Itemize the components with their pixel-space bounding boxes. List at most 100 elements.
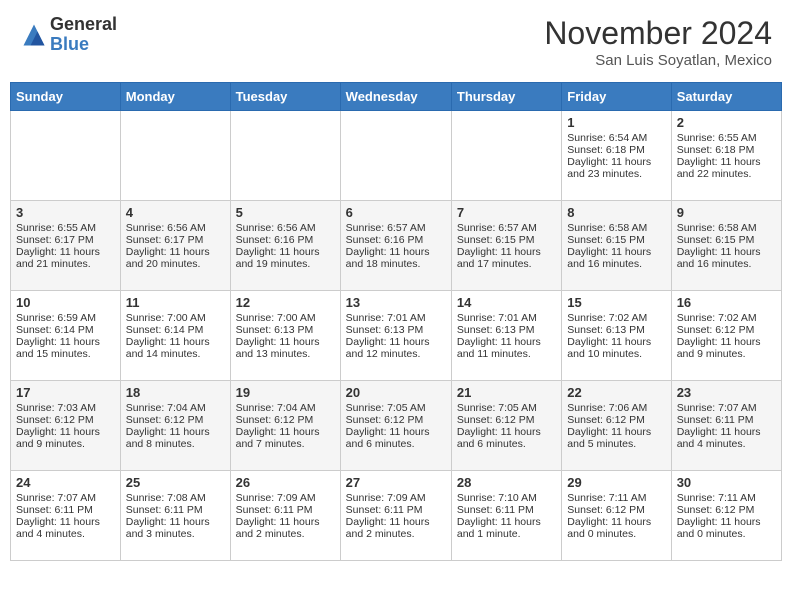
calendar-cell <box>340 111 451 201</box>
day-info: Sunset: 6:12 PM <box>236 414 335 426</box>
day-info: Sunrise: 6:58 AM <box>567 222 665 234</box>
day-info: Sunrise: 7:08 AM <box>126 492 225 504</box>
day-info: Sunset: 6:12 PM <box>16 414 115 426</box>
calendar-cell: 9Sunrise: 6:58 AMSunset: 6:15 PMDaylight… <box>671 201 781 291</box>
calendar-cell: 25Sunrise: 7:08 AMSunset: 6:11 PMDayligh… <box>120 471 230 561</box>
day-info: Daylight: 11 hours and 6 minutes. <box>457 426 556 450</box>
calendar-cell: 23 Sunrise: 7:07 AMSunset: 6:11 PMDayligh… <box>671 381 781 471</box>
day-info: Sunset: 6:14 PM <box>16 324 115 336</box>
calendar-cell: 20Sunrise: 7:05 AMSunset: 6:12 PMDayligh… <box>340 381 451 471</box>
calendar-week-row: 24Sunrise: 7:07 AMSunset: 6:11 PMDayligh… <box>11 471 782 561</box>
calendar-cell: 27 Sunrise: 7:09 AMSunset: 6:11 PMDayligh… <box>340 471 451 561</box>
day-info: Daylight: 11 hours and 18 minutes. <box>346 246 446 270</box>
day-info: Sunset: 6:12 PM <box>457 414 556 426</box>
calendar-cell <box>120 111 230 201</box>
calendar-cell: 18Sunrise: 7:04 AMSunset: 6:12 PMDayligh… <box>120 381 230 471</box>
day-info: Sunset: 6:16 PM <box>346 234 446 246</box>
day-info: Daylight: 11 hours and 16 minutes. <box>677 246 776 270</box>
day-info: Sunset: 6:14 PM <box>126 324 225 336</box>
day-number: 2 <box>677 115 776 130</box>
day-info: Sunrise: 7:09 AM <box>346 492 446 504</box>
day-info: Sunset: 6:17 PM <box>126 234 225 246</box>
day-info: Sunrise: 7:11 AM <box>677 492 776 504</box>
day-info: Daylight: 11 hours and 2 minutes. <box>236 516 335 540</box>
calendar-cell: 11Sunrise: 7:00 AMSunset: 6:14 PMDayligh… <box>120 291 230 381</box>
day-number: 30 <box>677 475 776 490</box>
day-info: Sunset: 6:11 PM <box>16 504 115 516</box>
day-info: Sunrise: 6:56 AM <box>236 222 335 234</box>
calendar-cell: 7Sunrise: 6:57 AMSunset: 6:15 PMDaylight… <box>451 201 561 291</box>
day-info: Sunset: 6:18 PM <box>677 144 776 156</box>
day-info: Sunset: 6:12 PM <box>346 414 446 426</box>
day-info: Daylight: 11 hours and 19 minutes. <box>236 246 335 270</box>
day-number: 18 <box>126 385 225 400</box>
calendar-cell: 24Sunrise: 7:07 AMSunset: 6:11 PMDayligh… <box>11 471 121 561</box>
day-info: Daylight: 11 hours and 7 minutes. <box>236 426 335 450</box>
day-info: Daylight: 11 hours and 22 minutes. <box>677 156 776 180</box>
day-info: Daylight: 11 hours and 9 minutes. <box>16 426 115 450</box>
day-number: 9 <box>677 205 776 220</box>
logo-icon <box>20 21 48 49</box>
day-info: Daylight: 11 hours and 0 minutes. <box>677 516 776 540</box>
day-info: Sunset: 6:11 PM <box>346 504 446 516</box>
day-info: Sunrise: 7:00 AM <box>236 312 335 324</box>
calendar-cell <box>230 111 340 201</box>
day-info: Sunrise: 7:04 AM <box>236 402 335 414</box>
calendar-week-row: 1Sunrise: 6:54 AMSunset: 6:18 PMDaylight… <box>11 111 782 201</box>
day-info: Sunrise: 7:02 AM <box>677 312 776 324</box>
day-info: Sunrise: 6:55 AM <box>677 132 776 144</box>
calendar-cell: 15Sunrise: 7:02 AMSunset: 6:13 PMDayligh… <box>562 291 671 381</box>
calendar-week-row: 3Sunrise: 6:55 AMSunset: 6:17 PMDaylight… <box>11 201 782 291</box>
day-info: Sunrise: 6:54 AM <box>567 132 665 144</box>
day-number: 12 <box>236 295 335 310</box>
calendar-day-header: Friday <box>562 83 671 111</box>
day-info: Daylight: 11 hours and 2 minutes. <box>346 516 446 540</box>
day-info: Sunrise: 7:07 AM <box>677 402 776 414</box>
calendar-cell: 3Sunrise: 6:55 AMSunset: 6:17 PMDaylight… <box>11 201 121 291</box>
logo-general-text: General <box>50 15 117 35</box>
calendar-cell <box>11 111 121 201</box>
day-info: Daylight: 11 hours and 13 minutes. <box>236 336 335 360</box>
day-number: 26 <box>236 475 335 490</box>
day-info: Sunset: 6:16 PM <box>236 234 335 246</box>
day-info: Daylight: 11 hours and 4 minutes. <box>677 426 776 450</box>
calendar-header-row: SundayMondayTuesdayWednesdayThursdayFrid… <box>11 83 782 111</box>
page-header: General Blue November 2024 San Luis Soya… <box>10 10 782 74</box>
day-number: 11 <box>126 295 225 310</box>
day-info: Sunset: 6:13 PM <box>346 324 446 336</box>
calendar-day-header: Thursday <box>451 83 561 111</box>
calendar-cell: 2 Sunrise: 6:55 AMSunset: 6:18 PMDaylight… <box>671 111 781 201</box>
day-info: Sunset: 6:11 PM <box>677 414 776 426</box>
day-info: Sunset: 6:17 PM <box>16 234 115 246</box>
calendar-cell: 8Sunrise: 6:58 AMSunset: 6:15 PMDaylight… <box>562 201 671 291</box>
day-info: Sunrise: 7:07 AM <box>16 492 115 504</box>
day-info: Sunrise: 7:05 AM <box>457 402 556 414</box>
calendar-cell: 22Sunrise: 7:06 AMSunset: 6:12 PMDayligh… <box>562 381 671 471</box>
day-number: 10 <box>16 295 115 310</box>
month-title: November 2024 <box>544 15 772 52</box>
calendar-cell: 17Sunrise: 7:03 AMSunset: 6:12 PMDayligh… <box>11 381 121 471</box>
day-info: Daylight: 11 hours and 12 minutes. <box>346 336 446 360</box>
day-info: Daylight: 11 hours and 20 minutes. <box>126 246 225 270</box>
day-info: Sunrise: 7:00 AM <box>126 312 225 324</box>
day-number: 23 <box>677 385 776 400</box>
day-number: 27 <box>346 475 446 490</box>
calendar-cell: 28Sunrise: 7:10 AMSunset: 6:11 PMDayligh… <box>451 471 561 561</box>
day-info: Daylight: 11 hours and 23 minutes. <box>567 156 665 180</box>
day-number: 20 <box>346 385 446 400</box>
day-info: Sunrise: 6:59 AM <box>16 312 115 324</box>
day-info: Sunrise: 7:04 AM <box>126 402 225 414</box>
day-number: 14 <box>457 295 556 310</box>
day-number: 28 <box>457 475 556 490</box>
day-info: Sunrise: 7:02 AM <box>567 312 665 324</box>
day-number: 21 <box>457 385 556 400</box>
calendar-day-header: Tuesday <box>230 83 340 111</box>
calendar-cell: 12Sunrise: 7:00 AMSunset: 6:13 PMDayligh… <box>230 291 340 381</box>
day-info: Sunset: 6:15 PM <box>457 234 556 246</box>
day-info: Sunrise: 7:05 AM <box>346 402 446 414</box>
day-info: Sunrise: 7:06 AM <box>567 402 665 414</box>
day-info: Sunset: 6:12 PM <box>567 504 665 516</box>
day-number: 1 <box>567 115 665 130</box>
day-info: Sunrise: 7:11 AM <box>567 492 665 504</box>
day-number: 5 <box>236 205 335 220</box>
